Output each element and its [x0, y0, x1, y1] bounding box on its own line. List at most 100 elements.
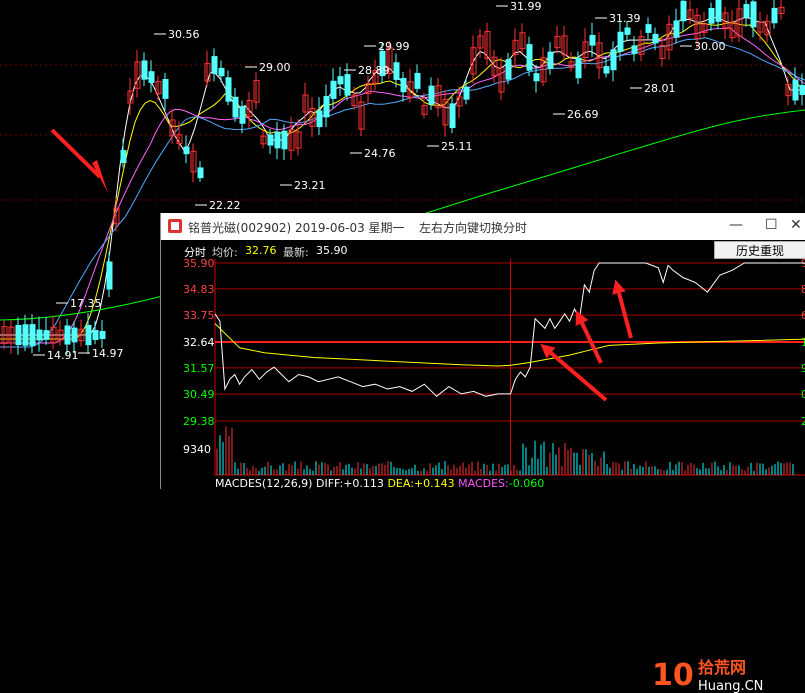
candle-body [589, 34, 596, 46]
candle-body [92, 330, 99, 340]
candle-body [99, 330, 106, 340]
y-tick-label: 30.49 [183, 388, 215, 401]
candle-body [771, 7, 778, 24]
candle-body [197, 167, 204, 179]
candle-body [393, 62, 400, 80]
price-label: 26.69 [567, 108, 599, 121]
price-label: 28.89 [358, 64, 390, 77]
avg-label: 均价: [212, 246, 238, 259]
candle-body [743, 4, 750, 18]
right-tick-fragment: 6 [801, 309, 805, 322]
candle-body [449, 103, 456, 129]
red-arrow-3-head [612, 279, 626, 295]
candle-body [575, 57, 582, 79]
candle-body [337, 76, 344, 85]
price-label: 14.97 [92, 347, 124, 360]
candle-body [29, 324, 36, 346]
right-tick-fragment: 9 [801, 362, 805, 375]
candle-body [631, 45, 638, 54]
right-tick-fragment: 0 [801, 388, 805, 401]
candle-body [708, 7, 715, 24]
right-tick-fragment: 2 [801, 415, 805, 428]
volume-tick-label: 9340 [183, 443, 211, 456]
price-label: 29.00 [259, 61, 291, 74]
diff-label: DIFF: [315, 477, 344, 490]
candle-body [36, 329, 43, 341]
candle-body [505, 59, 512, 80]
mode-label: 分时 [184, 246, 206, 259]
candle-body [120, 150, 127, 163]
candle-body [43, 330, 50, 340]
candle-body [141, 60, 148, 80]
price-label: 22.22 [209, 199, 241, 212]
candle-body [15, 325, 22, 345]
candle-body [673, 20, 680, 38]
diff-value: +0.113 [343, 477, 384, 490]
candle-body [274, 131, 281, 149]
y-tick-label: 33.75 [183, 309, 215, 322]
candle-body [428, 85, 435, 105]
candle-body [617, 31, 624, 52]
candle-body [281, 130, 288, 150]
y-tick-label: 31.57 [183, 362, 215, 375]
history-replay-button[interactable]: 历史重现 [714, 241, 805, 259]
candle-body [533, 73, 540, 82]
candle-body [463, 86, 470, 100]
watermark-url: Huang.CN [698, 679, 763, 693]
candle-body [232, 96, 239, 118]
candle-body [64, 325, 71, 345]
candle-body [645, 24, 652, 33]
y-tick-label: 29.38 [183, 415, 215, 428]
price-label: 30.00 [694, 40, 726, 53]
y-tick-label: 34.83 [183, 283, 215, 296]
y-tick-label: 32.64 [183, 336, 215, 349]
candle-body [414, 72, 421, 89]
right-tick-fragment: 8 [801, 283, 805, 296]
dea-value: +0.143 [413, 477, 455, 490]
candle-body [547, 51, 554, 69]
price-label: 14.91 [47, 349, 79, 362]
macd-title: MACDES(12,26,9) [215, 477, 313, 490]
candle-body [316, 110, 323, 128]
candle-body [22, 324, 29, 346]
candle-body [344, 74, 351, 96]
candle-body [239, 106, 246, 124]
price-label: 17.35 [70, 297, 102, 310]
price-label: 30.56 [168, 28, 200, 41]
candle-body [218, 67, 225, 77]
candle-body [799, 85, 805, 95]
last-value: 35.90 [316, 244, 348, 257]
candle-body [85, 324, 92, 346]
candle-body [680, 0, 687, 22]
macd-label: MACDES: [458, 477, 509, 490]
candle-body [526, 44, 533, 71]
candle-body [183, 146, 190, 155]
candle-body [225, 77, 232, 102]
macd-bar: MACDES(12,26,9) DIFF:+0.113 DEA:+0.143 M… [215, 477, 544, 490]
candle-body [211, 56, 218, 74]
site-watermark: 10 拾荒网 Huang.CN [652, 658, 763, 693]
price-label: 25.11 [441, 140, 473, 153]
price-label: 23.21 [294, 179, 326, 192]
candle-body [162, 79, 169, 99]
right-tick-fragment: 1 [801, 336, 805, 349]
price-label: 28.01 [644, 82, 676, 95]
candle-body [267, 134, 274, 146]
dea-label: DEA: [387, 477, 414, 490]
price-label: 31.99 [510, 0, 542, 13]
candle-body [106, 261, 113, 290]
candle-body [148, 71, 155, 83]
intraday-popup[interactable]: 铭普光磁(002902) 2019-06-03 星期一 左右方向键切换分时 — … [160, 213, 805, 693]
candle-body [603, 66, 610, 74]
macd-value: -0.060 [508, 477, 545, 490]
last-label: 最新: [283, 246, 309, 259]
candle-body [330, 80, 337, 99]
watermark-cn: 拾荒网 [698, 658, 746, 677]
candle-body [715, 0, 722, 22]
info-bar: 分时 均价: 32.76 最新: 35.90 [161, 241, 805, 259]
candle-body [71, 327, 78, 343]
candle-body [624, 27, 631, 35]
avg-value: 32.76 [245, 244, 277, 257]
price-label: 31.39 [609, 12, 641, 25]
watermark-number: 10 [652, 658, 694, 693]
